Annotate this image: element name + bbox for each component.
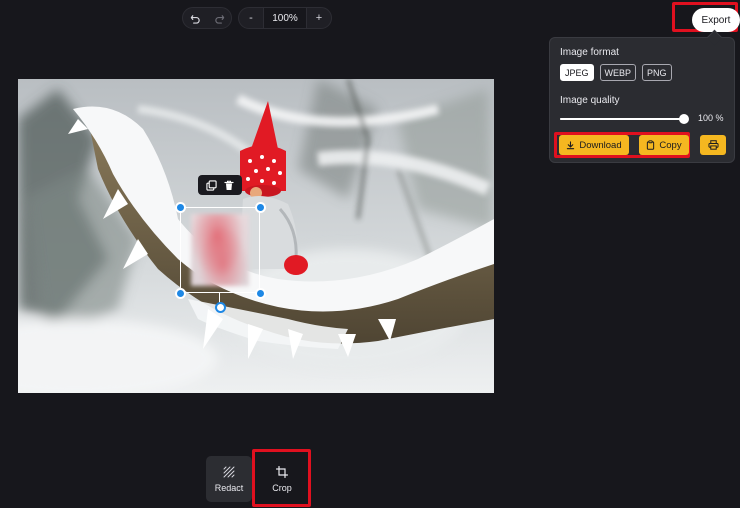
download-button[interactable]: Download (559, 135, 629, 155)
export-highlight: Export (672, 2, 738, 32)
duplicate-button[interactable] (206, 179, 217, 191)
quality-slider-fill (560, 118, 684, 120)
format-jpeg[interactable]: JPEG (560, 64, 594, 81)
resize-handle-top-right[interactable] (255, 202, 266, 213)
format-png[interactable]: PNG (642, 64, 672, 81)
export-button[interactable]: Export (694, 10, 738, 30)
top-toolbar: - 100% + (182, 7, 332, 29)
trash-icon (224, 180, 234, 190)
format-options: JPEG WEBP PNG (560, 64, 672, 81)
undo-icon (190, 14, 200, 24)
print-button[interactable] (700, 135, 726, 155)
duplicate-icon (206, 179, 217, 191)
image-format-label: Image format (560, 47, 619, 58)
history-group (182, 7, 232, 29)
quality-slider[interactable] (560, 114, 689, 124)
redact-tool-button[interactable]: Redact (206, 456, 252, 502)
editor-app: - 100% + Export Image format JPEG WEBP P… (0, 0, 740, 508)
resize-handle-bottom-right[interactable] (255, 288, 266, 299)
redact-label: Redact (214, 482, 244, 493)
copy-label: Copy (659, 139, 682, 151)
format-webp[interactable]: WEBP (599, 64, 637, 81)
delete-button[interactable] (224, 180, 234, 191)
zoom-out-button[interactable]: - (239, 8, 263, 28)
selection-toolbar (198, 175, 242, 195)
clipboard-icon (647, 140, 655, 150)
copy-button[interactable]: Copy (639, 135, 689, 155)
redo-button[interactable] (207, 8, 231, 28)
quality-value: 100 % (698, 113, 724, 123)
zoom-in-button[interactable]: + (307, 8, 331, 28)
redact-selection[interactable] (180, 207, 260, 293)
crop-highlight (252, 449, 311, 507)
printer-icon (707, 140, 719, 150)
resize-handle-bottom-left[interactable] (175, 288, 186, 299)
redacted-area (191, 214, 249, 286)
redo-icon (214, 14, 224, 24)
zoom-level[interactable]: 100% (263, 8, 307, 28)
quality-slider-handle[interactable] (679, 114, 689, 124)
resize-handle-top-left[interactable] (175, 202, 186, 213)
redact-icon (223, 466, 235, 477)
download-icon (567, 140, 575, 149)
download-label: Download (579, 139, 622, 151)
zoom-group: - 100% + (238, 7, 332, 29)
undo-button[interactable] (183, 8, 207, 28)
image-quality-label: Image quality (560, 95, 620, 106)
rotate-handle[interactable] (215, 302, 226, 313)
export-panel: Image format JPEG WEBP PNG Image quality… (549, 37, 735, 163)
